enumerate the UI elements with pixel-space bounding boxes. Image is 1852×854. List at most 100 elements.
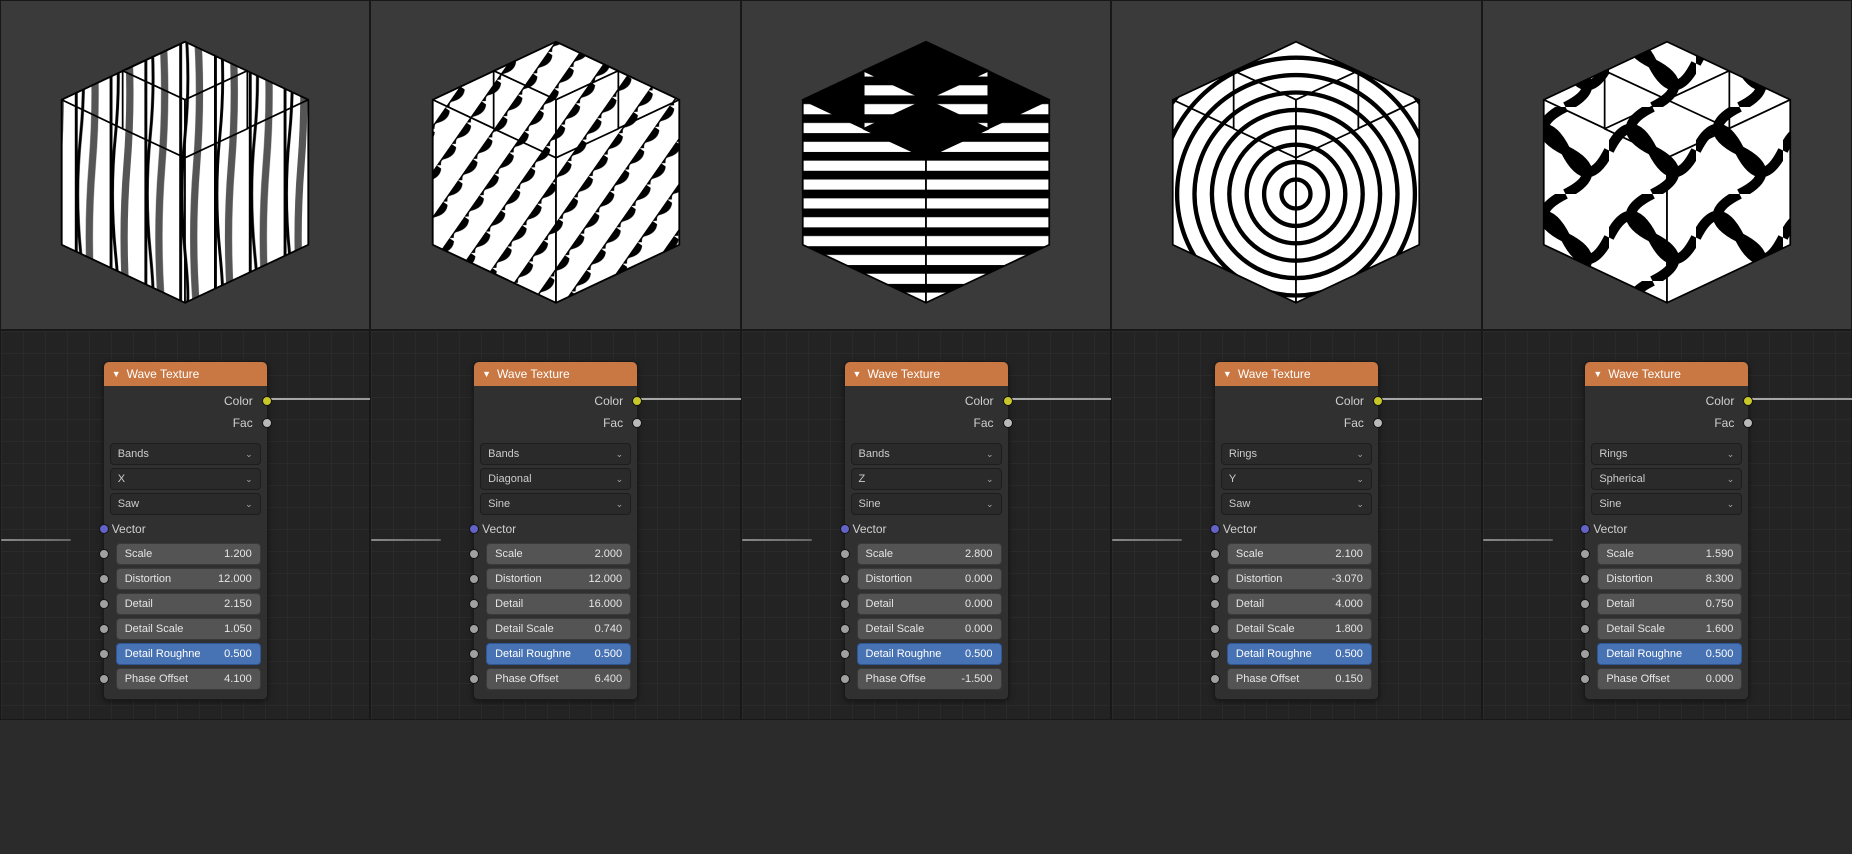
distortion-field[interactable]: Distortion -3.070 <box>1227 568 1372 590</box>
detail_scale-field[interactable]: Detail Scale 1.050 <box>116 618 261 640</box>
socket-scale[interactable] <box>1580 549 1590 559</box>
output-fac[interactable]: Fac <box>1221 412 1372 434</box>
socket-detail[interactable] <box>1580 599 1590 609</box>
detail_scale-field[interactable]: Detail Scale 1.600 <box>1597 618 1742 640</box>
detail_scale-field[interactable]: Detail Scale 0.740 <box>486 618 631 640</box>
node-header[interactable]: ▼ Wave Texture <box>1585 362 1748 386</box>
node-editor-panel-0[interactable]: ▼ Wave Texture Color Fac Bands ⌄ <box>0 330 370 720</box>
wave-type-dropdown[interactable]: Bands ⌄ <box>480 443 631 465</box>
wave-profile-dropdown[interactable]: Sine ⌄ <box>480 493 631 515</box>
wave-type-dropdown[interactable]: Bands ⌄ <box>851 443 1002 465</box>
collapse-icon[interactable]: ▼ <box>482 369 491 379</box>
socket-vector[interactable] <box>1210 524 1220 534</box>
wave-direction-dropdown[interactable]: Spherical ⌄ <box>1591 468 1742 490</box>
socket-detail_scale[interactable] <box>1210 624 1220 634</box>
detail-field[interactable]: Detail 16.000 <box>486 593 631 615</box>
socket-scale[interactable] <box>840 549 850 559</box>
socket-detail_scale[interactable] <box>1580 624 1590 634</box>
distortion-field[interactable]: Distortion 0.000 <box>857 568 1002 590</box>
wave-profile-dropdown[interactable]: Sine ⌄ <box>851 493 1002 515</box>
socket-detail[interactable] <box>840 599 850 609</box>
socket-distortion[interactable] <box>469 574 479 584</box>
socket-color[interactable] <box>632 396 642 406</box>
collapse-icon[interactable]: ▼ <box>1223 369 1232 379</box>
collapse-icon[interactable]: ▼ <box>1593 369 1602 379</box>
socket-detail_roughness[interactable] <box>469 649 479 659</box>
wave-profile-dropdown[interactable]: Sine ⌄ <box>1591 493 1742 515</box>
distortion-field[interactable]: Distortion 12.000 <box>116 568 261 590</box>
collapse-icon[interactable]: ▼ <box>853 369 862 379</box>
socket-vector[interactable] <box>840 524 850 534</box>
socket-phase_offset[interactable] <box>840 674 850 684</box>
detail_roughness-field[interactable]: Detail Roughne 0.500 <box>486 643 631 665</box>
detail_scale-field[interactable]: Detail Scale 1.800 <box>1227 618 1372 640</box>
wave-type-dropdown[interactable]: Rings ⌄ <box>1221 443 1372 465</box>
wave-texture-node[interactable]: ▼ Wave Texture Color Fac Rings ⌄ <box>1214 361 1379 700</box>
socket-scale[interactable] <box>469 549 479 559</box>
node-header[interactable]: ▼ Wave Texture <box>474 362 637 386</box>
node-header[interactable]: ▼ Wave Texture <box>845 362 1008 386</box>
collapse-icon[interactable]: ▼ <box>112 369 121 379</box>
phase_offset-field[interactable]: Phase Offset 6.400 <box>486 668 631 690</box>
preview-panel-3[interactable] <box>1111 0 1481 330</box>
distortion-field[interactable]: Distortion 8.300 <box>1597 568 1742 590</box>
detail-field[interactable]: Detail 2.150 <box>116 593 261 615</box>
wave-type-dropdown[interactable]: Rings ⌄ <box>1591 443 1742 465</box>
socket-vector[interactable] <box>1580 524 1590 534</box>
socket-fac[interactable] <box>1373 418 1383 428</box>
scale-field[interactable]: Scale 1.200 <box>116 543 261 565</box>
detail-field[interactable]: Detail 4.000 <box>1227 593 1372 615</box>
output-color[interactable]: Color <box>851 390 1002 412</box>
wave-texture-node[interactable]: ▼ Wave Texture Color Fac Bands ⌄ <box>103 361 268 700</box>
socket-phase_offset[interactable] <box>1580 674 1590 684</box>
node-editor-panel-4[interactable]: ▼ Wave Texture Color Fac Rings ⌄ <box>1482 330 1852 720</box>
input-vector[interactable]: Vector <box>110 518 261 540</box>
preview-panel-2[interactable] <box>741 0 1111 330</box>
socket-detail_roughness[interactable] <box>840 649 850 659</box>
output-fac[interactable]: Fac <box>1591 412 1742 434</box>
scale-field[interactable]: Scale 2.000 <box>486 543 631 565</box>
socket-detail[interactable] <box>469 599 479 609</box>
socket-detail[interactable] <box>99 599 109 609</box>
output-color[interactable]: Color <box>480 390 631 412</box>
wave-direction-dropdown[interactable]: Diagonal ⌄ <box>480 468 631 490</box>
socket-scale[interactable] <box>99 549 109 559</box>
wave-type-dropdown[interactable]: Bands ⌄ <box>110 443 261 465</box>
distortion-field[interactable]: Distortion 12.000 <box>486 568 631 590</box>
output-fac[interactable]: Fac <box>480 412 631 434</box>
wave-profile-dropdown[interactable]: Saw ⌄ <box>110 493 261 515</box>
phase_offset-field[interactable]: Phase Offse -1.500 <box>857 668 1002 690</box>
socket-phase_offset[interactable] <box>469 674 479 684</box>
input-vector[interactable]: Vector <box>480 518 631 540</box>
socket-color[interactable] <box>1373 396 1383 406</box>
wave-profile-dropdown[interactable]: Saw ⌄ <box>1221 493 1372 515</box>
wave-direction-dropdown[interactable]: Y ⌄ <box>1221 468 1372 490</box>
socket-detail_scale[interactable] <box>469 624 479 634</box>
preview-panel-1[interactable] <box>370 0 740 330</box>
wave-direction-dropdown[interactable]: Z ⌄ <box>851 468 1002 490</box>
node-header[interactable]: ▼ Wave Texture <box>104 362 267 386</box>
socket-fac[interactable] <box>1003 418 1013 428</box>
phase_offset-field[interactable]: Phase Offset 0.000 <box>1597 668 1742 690</box>
phase_offset-field[interactable]: Phase Offset 4.100 <box>116 668 261 690</box>
socket-detail_roughness[interactable] <box>1210 649 1220 659</box>
output-color[interactable]: Color <box>110 390 261 412</box>
socket-detail_roughness[interactable] <box>1580 649 1590 659</box>
socket-detail_roughness[interactable] <box>99 649 109 659</box>
socket-fac[interactable] <box>632 418 642 428</box>
detail-field[interactable]: Detail 0.000 <box>857 593 1002 615</box>
scale-field[interactable]: Scale 1.590 <box>1597 543 1742 565</box>
wave-texture-node[interactable]: ▼ Wave Texture Color Fac Bands ⌄ <box>473 361 638 700</box>
detail_roughness-field[interactable]: Detail Roughne 0.500 <box>1227 643 1372 665</box>
scale-field[interactable]: Scale 2.100 <box>1227 543 1372 565</box>
detail_roughness-field[interactable]: Detail Roughne 0.500 <box>1597 643 1742 665</box>
socket-fac[interactable] <box>1743 418 1753 428</box>
detail_scale-field[interactable]: Detail Scale 0.000 <box>857 618 1002 640</box>
socket-vector[interactable] <box>99 524 109 534</box>
socket-detail_scale[interactable] <box>99 624 109 634</box>
socket-color[interactable] <box>262 396 272 406</box>
node-editor-panel-3[interactable]: ▼ Wave Texture Color Fac Rings ⌄ <box>1111 330 1481 720</box>
node-editor-panel-2[interactable]: ▼ Wave Texture Color Fac Bands ⌄ <box>741 330 1111 720</box>
socket-vector[interactable] <box>469 524 479 534</box>
socket-phase_offset[interactable] <box>1210 674 1220 684</box>
